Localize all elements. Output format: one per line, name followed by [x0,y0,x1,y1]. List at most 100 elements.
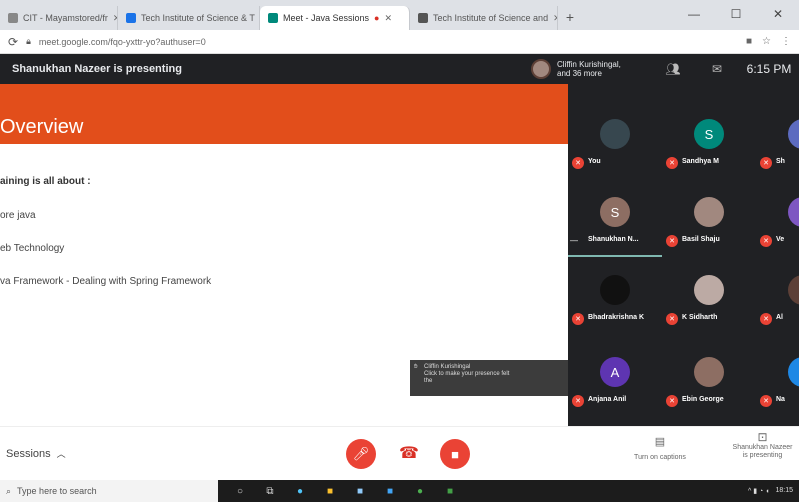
close-tab-icon[interactable]: ✕ [384,13,392,24]
chat-icon[interactable]: ✉︎ [695,62,739,76]
presentation-button[interactable]: ⊡ Shanukhan Nazeer is presenting [726,431,799,460]
slide-banner: Overview [0,84,568,144]
mic-off-icon: ✕ [666,235,678,247]
leave-call-button[interactable]: ☎︎ [399,443,419,463]
participant-tile[interactable]: ✕ You [568,109,662,179]
favicon-icon [418,13,428,23]
participant-name: Sandhya M [682,158,719,165]
speaking-indicator-icon: — [570,236,578,245]
reload-icon[interactable]: ⟳ [8,35,18,49]
address-bar-actions: ■ ☆ ⋮ [746,36,791,47]
task-view-icon[interactable]: ⧉ [262,484,278,498]
avatar [531,59,551,79]
file-explorer-icon[interactable]: ■ [322,484,338,498]
summary-line: Cliffin Kurishingal, [557,60,621,69]
mic-off-icon: ✕ [666,157,678,169]
avatar [600,275,630,305]
tab-label: Meet - Java Sessions [283,13,370,23]
participant-name: You [588,158,601,165]
mic-off-icon: ✕ [572,313,584,325]
edge-icon[interactable]: ● [292,484,308,498]
tooltip-text: Cliffin Kurishingal [424,364,471,370]
participant-tile[interactable]: ✕ Al [756,265,799,335]
hand-icon: ✋︎ [414,364,418,370]
tray-clock[interactable]: 18:15 [775,487,793,495]
tray-icons[interactable]: ^ ▮ ◔ ◖ [748,487,769,495]
taskbar-search-placeholder: Type here to search [17,486,97,496]
participant-name: Ve [776,236,785,243]
avatar: A [600,357,630,387]
os-taskbar: ⌕ Type here to search ○ ⧉ ● ■ ■ ■ ● ■ ^ … [0,480,799,502]
meeting-details-button[interactable]: Sessions ︿ [6,447,66,460]
chrome-icon[interactable]: ● [412,484,428,498]
mic-toggle-button[interactable]: 🎤︎ [346,439,376,469]
participant-tile[interactable]: ✕ K Sidharth [662,265,756,335]
browser-tab[interactable]: Tech Institute of Science & T ✕ [118,6,260,30]
participant-name: Na [776,396,785,403]
participant-tile[interactable]: ✕ Ebin George [662,347,756,417]
avatar [694,357,724,387]
slide-text: va Framework - Dealing with Spring Frame… [0,276,212,287]
presenting-label: is presenting [742,452,783,459]
participant-tile[interactable]: ✕ Sh [756,109,799,179]
participant-name: Bhadrakrishna K [588,314,645,321]
avatar [788,197,799,227]
favicon-icon [126,13,136,23]
recording-dot-icon: ● [374,13,380,23]
mic-off-icon: ✕ [760,395,772,407]
url-field[interactable]: meet.google.com/fqo-yxttr-yo?authuser=0 [39,37,738,47]
browser-tab-active[interactable]: Meet - Java Sessions ● ✕ [260,6,410,30]
browser-tab[interactable]: CIT - Mayamstored/fr ✕ [0,6,118,30]
summary-line: and 36 more [557,69,602,78]
captions-label: Turn on captions [634,454,686,461]
close-window-button[interactable]: ✕ [757,0,799,30]
meet-favicon-icon [268,13,278,23]
participant-tile[interactable]: A ✕ Anjana Anil [568,347,662,417]
people-icon[interactable]: 👥︎ [651,62,695,76]
participant-name: Ebin George [682,396,724,403]
mic-off-icon: ✕ [760,313,772,325]
presenting-title: Shanukhan Nazeer is presenting [12,63,182,75]
search-icon: ⌕ [6,485,12,496]
mic-off-icon: ✕ [572,395,584,407]
participant-name: Sh [776,158,785,165]
participants-summary[interactable]: Cliffin Kurishingal, and 36 more [531,59,651,79]
participant-grid: ✕ You S ✕ Sandhya M ✕ Sh S — Shanukhan N… [568,84,799,426]
bookmark-star-icon[interactable]: ☆ [762,36,771,47]
meet-top-bar: Shanukhan Nazeer is presenting Cliffin K… [0,54,799,84]
mail-icon[interactable]: ■ [382,484,398,498]
avatar [788,119,799,149]
participant-tile-speaking[interactable]: S — Shanukhan N... [568,187,662,257]
slide-text: eb Technology [0,243,65,254]
meeting-controls: Sessions ︿ 🎤︎ ☎︎ ■ ▤ Turn on captions ⊡ S… [0,426,799,480]
participant-tile[interactable]: S ✕ Sandhya M [662,109,756,179]
new-tab-button[interactable]: + [558,6,582,30]
avatar [694,275,724,305]
address-bar: ⟳ 🔒︎ meet.google.com/fqo-yxttr-yo?authus… [0,30,799,54]
excel-icon[interactable]: ■ [442,484,458,498]
camera-toggle-button[interactable]: ■ [440,439,470,469]
participant-tile[interactable]: ✕ Bhadrakrishna K [568,265,662,335]
system-tray: ^ ▮ ◔ ◖ 18:15 [748,487,799,495]
lock-icon[interactable]: 🔒︎ [26,36,31,47]
meeting-clock: 6:15 PM [746,62,792,76]
store-icon[interactable]: ■ [352,484,368,498]
camera-icon[interactable]: ■ [746,36,752,47]
captions-button[interactable]: ▤ Turn on captions [620,435,700,461]
cortana-icon[interactable]: ○ [232,484,248,498]
mic-off-icon: ✕ [760,157,772,169]
minimize-button[interactable]: — [673,0,715,30]
taskbar-search[interactable]: ⌕ Type here to search [0,480,218,502]
participant-tile[interactable]: ✕ Basil Shaju [662,187,756,257]
browser-tab[interactable]: Tech Institute of Science and ✕ [410,6,558,30]
avatar [788,357,799,387]
participant-tile[interactable]: ✕ Ve [756,187,799,257]
participant-tile[interactable]: ✕ Na [756,347,799,417]
maximize-button[interactable]: ☐ [715,0,757,30]
captions-icon: ▤ [654,436,666,448]
extensions-icon[interactable]: ⋮ [781,36,791,47]
participant-name: Basil Shaju [682,236,720,243]
avatar: S [694,119,724,149]
tab-label: CIT - Mayamstored/fr [23,13,108,23]
participants-summary-text: Cliffin Kurishingal, and 36 more [557,60,621,78]
